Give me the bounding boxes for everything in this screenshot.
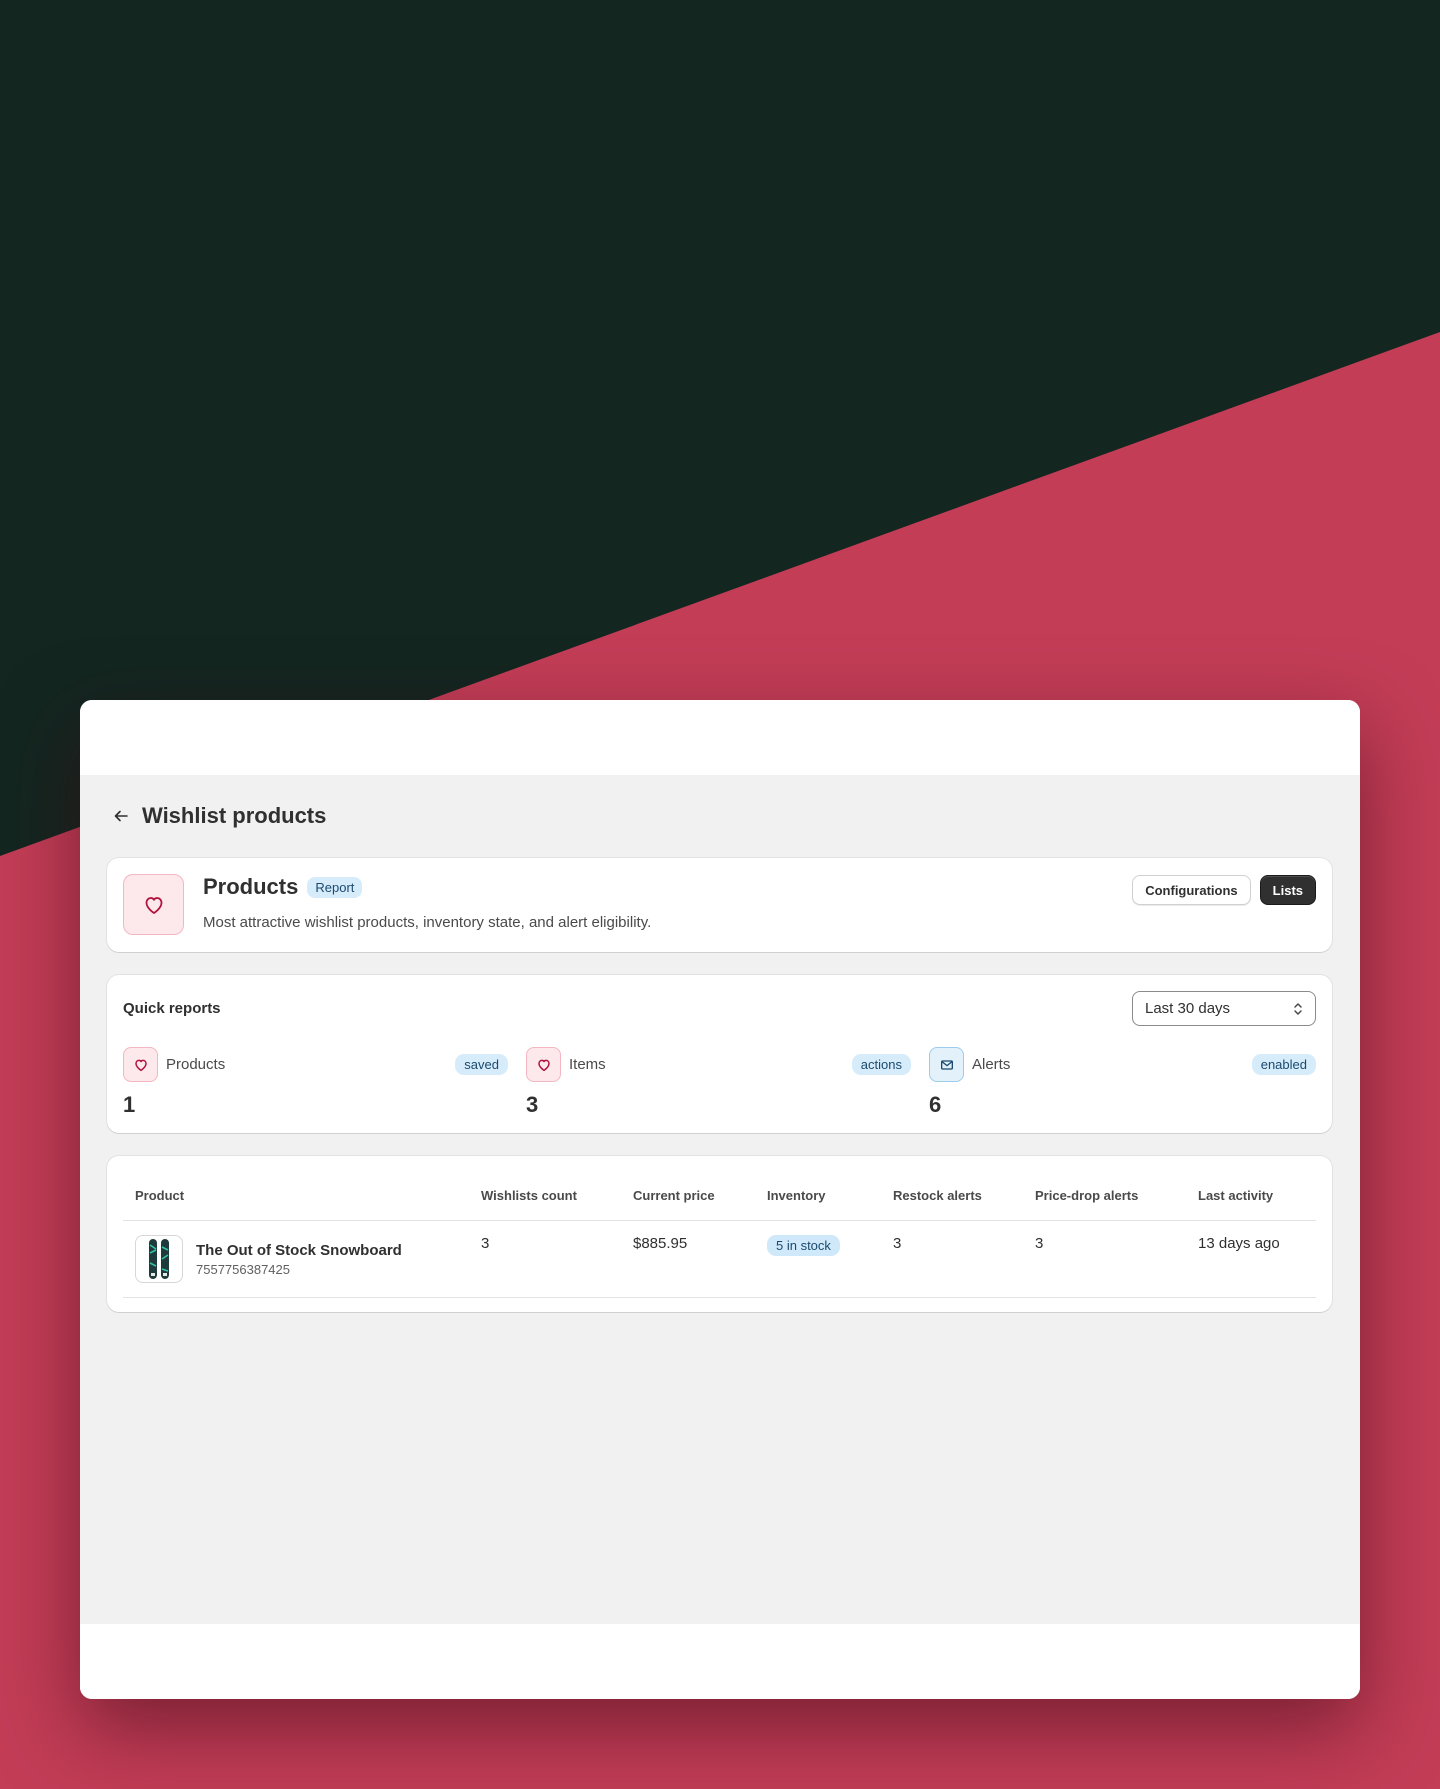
current-price-cell: $885.95 xyxy=(621,1220,755,1298)
inventory-cell: 5 in stock xyxy=(755,1220,881,1298)
stat-products: Products saved 1 xyxy=(123,1047,508,1118)
quick-reports-title: Quick reports xyxy=(123,1000,221,1017)
report-header-card: Products Report Most attractive wishlist… xyxy=(107,858,1332,952)
restock-alerts-cell: 3 xyxy=(881,1220,1023,1298)
column-header[interactable]: Inventory xyxy=(755,1172,881,1221)
stat-badge: enabled xyxy=(1251,1054,1316,1075)
column-header[interactable]: Restock alerts xyxy=(881,1172,1023,1221)
stat-badge: saved xyxy=(455,1054,508,1075)
window-top-bar xyxy=(80,700,1360,775)
quick-reports-card: Quick reports Last 30 days Products save… xyxy=(107,975,1332,1133)
stat-label: Items xyxy=(569,1056,606,1073)
stat-alerts: Alerts enabled 6 xyxy=(929,1047,1316,1118)
heart-icon xyxy=(123,1047,158,1082)
stat-value: 1 xyxy=(123,1092,136,1117)
report-header-text: Products Report Most attractive wishlist… xyxy=(203,874,651,931)
heart-icon xyxy=(145,896,162,914)
snowboard-image xyxy=(149,1238,169,1279)
window-bottom-bar xyxy=(80,1624,1360,1699)
inventory-badge: 5 in stock xyxy=(767,1234,840,1256)
table-header-row: Product Wishlists count Current price In… xyxy=(123,1172,1316,1221)
column-header[interactable]: Last activity xyxy=(1186,1172,1316,1221)
app-window: Wishlist products Products Report Most a… xyxy=(80,700,1360,1699)
stat-value: 3 xyxy=(526,1092,539,1117)
column-header[interactable]: Product xyxy=(123,1172,469,1221)
heart-icon xyxy=(526,1047,561,1082)
date-range-value: Last 30 days xyxy=(1145,1000,1231,1017)
product-cell: The Out of Stock Snowboard 7557756387425 xyxy=(135,1234,457,1283)
configurations-button[interactable]: Configurations xyxy=(1132,875,1251,905)
select-chevron-icon xyxy=(1294,1003,1302,1015)
date-range-select[interactable]: Last 30 days xyxy=(1132,991,1316,1026)
products-table-card: Product Wishlists count Current price In… xyxy=(107,1156,1332,1312)
product-name[interactable]: The Out of Stock Snowboard xyxy=(196,1242,402,1259)
column-header[interactable]: Price-drop alerts xyxy=(1023,1172,1186,1221)
report-badge: Report xyxy=(307,876,363,898)
report-title: Products xyxy=(203,874,299,899)
stat-value: 6 xyxy=(929,1092,942,1117)
page-title: Wishlist products xyxy=(142,803,327,828)
table-row[interactable]: The Out of Stock Snowboard 7557756387425… xyxy=(123,1220,1316,1298)
report-actions: Configurations Lists xyxy=(1132,875,1316,905)
report-description: Most attractive wishlist products, inven… xyxy=(203,914,652,931)
product-thumbnail xyxy=(135,1234,183,1283)
stat-items: Items actions 3 xyxy=(526,1047,911,1118)
stat-label: Products xyxy=(166,1056,226,1073)
report-icon-box xyxy=(123,874,184,935)
stat-badge: actions xyxy=(851,1054,911,1075)
stat-label: Alerts xyxy=(972,1056,1011,1073)
page-header: Wishlist products xyxy=(110,803,326,829)
mail-icon xyxy=(929,1047,964,1082)
wishlists-count-cell: 3 xyxy=(469,1220,621,1298)
products-table: Product Wishlists count Current price In… xyxy=(123,1172,1316,1298)
lists-button[interactable]: Lists xyxy=(1259,875,1316,905)
column-header[interactable]: Wishlists count xyxy=(469,1172,621,1221)
back-button[interactable] xyxy=(110,805,132,827)
page-content: Wishlist products Products Report Most a… xyxy=(80,775,1360,1624)
product-id: 7557756387425 xyxy=(196,1261,290,1277)
price-drop-alerts-cell: 3 xyxy=(1023,1220,1186,1298)
arrow-left-icon xyxy=(114,810,128,822)
last-activity-cell: 13 days ago xyxy=(1186,1220,1316,1298)
column-header[interactable]: Current price xyxy=(621,1172,755,1221)
